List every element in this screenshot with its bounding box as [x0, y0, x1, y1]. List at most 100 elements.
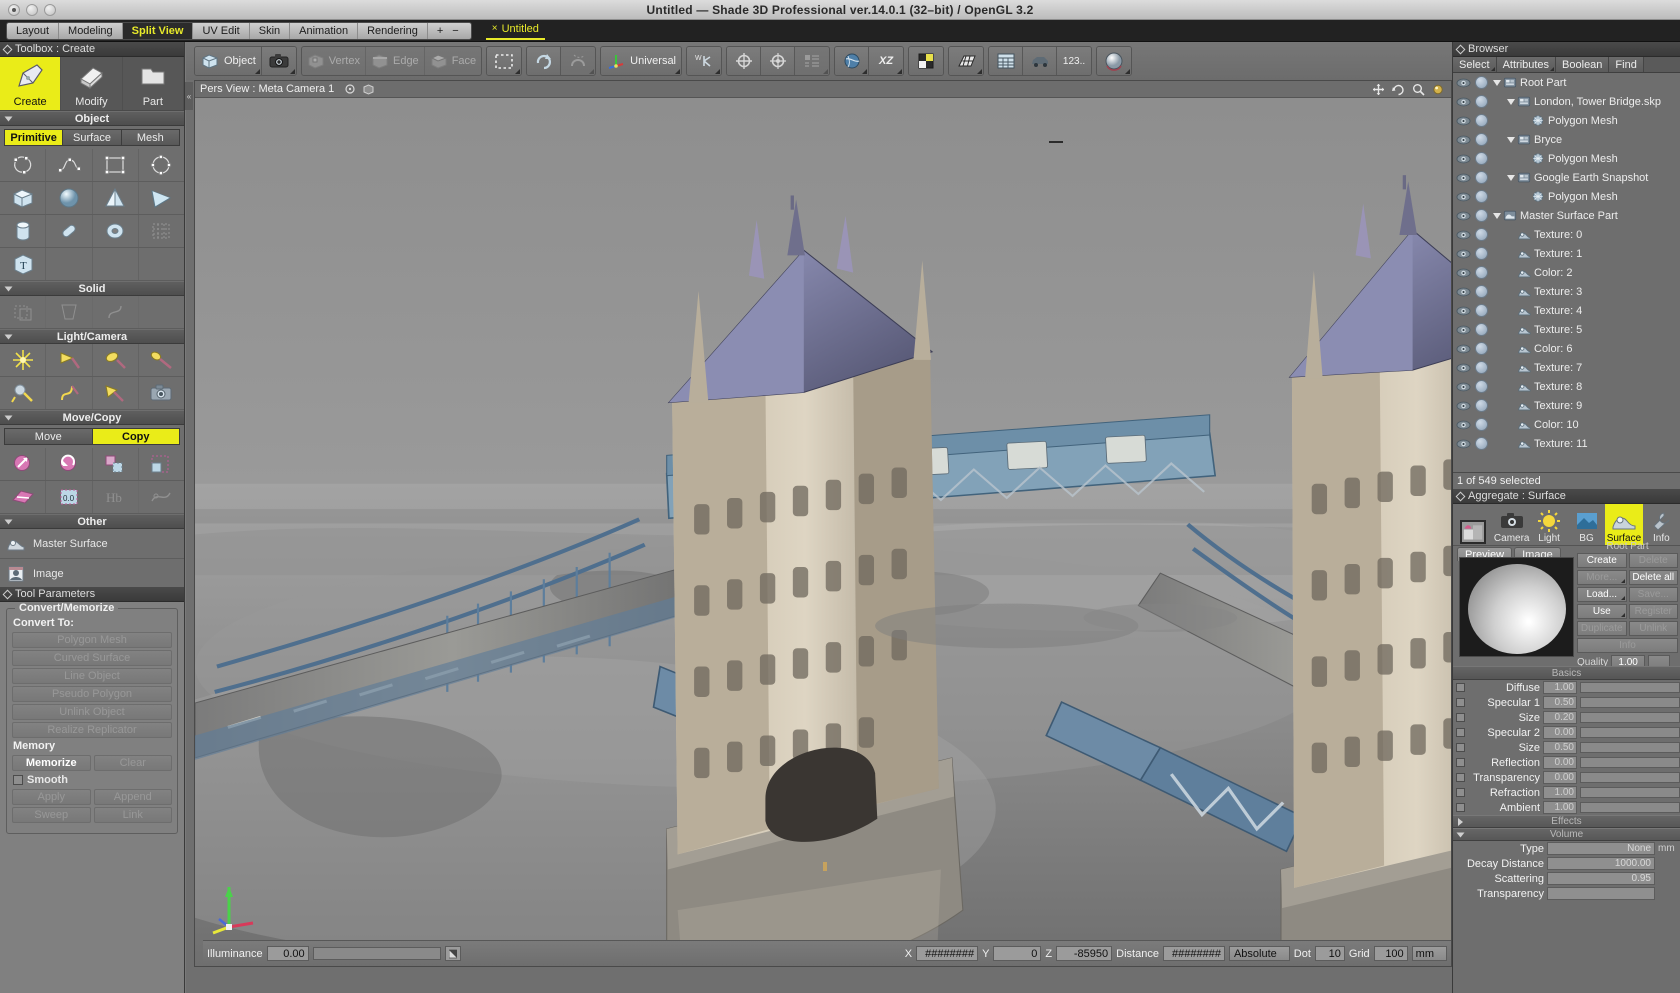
toolbtn-universal[interactable]: Universal: [601, 47, 681, 75]
primitive-solid-row-2[interactable]: [0, 215, 184, 248]
property-slider[interactable]: [1580, 757, 1680, 768]
convert-realize-replicator-button[interactable]: Realize Replicator: [12, 722, 172, 738]
toolbtn-edge[interactable]: Edge: [366, 47, 425, 75]
illuminance-swatch[interactable]: [445, 946, 461, 961]
eye-icon[interactable]: [1456, 115, 1471, 127]
eye-icon[interactable]: [1456, 324, 1471, 336]
section-light-camera[interactable]: Light/Camera: [0, 329, 184, 344]
viewport-statusbar[interactable]: Illuminance 0.00 X ######## Y 0 Z -85950…: [203, 940, 1451, 966]
tree-row[interactable]: London, Tower Bridge.skp: [1453, 92, 1680, 111]
tree-row[interactable]: Polygon Mesh: [1453, 149, 1680, 168]
toolgroup-worldaxis[interactable]: W: [686, 46, 722, 76]
eye-icon[interactable]: [1456, 400, 1471, 412]
tool-grid[interactable]: [139, 215, 184, 247]
render-toggle[interactable]: [1475, 114, 1488, 127]
tree-row[interactable]: Polygon Mesh: [1453, 111, 1680, 130]
eye-icon[interactable]: [1456, 229, 1471, 241]
toolbtn-vertex[interactable]: Vertex: [302, 47, 366, 75]
render-toggle[interactable]: [1475, 418, 1488, 431]
volume-rows[interactable]: TypeNonemmDecay Distance1000.00Scatterin…: [1453, 841, 1680, 901]
minimize-button[interactable]: [26, 4, 38, 16]
volume-value[interactable]: 1000.00: [1547, 857, 1655, 870]
zoom-icon[interactable]: [1412, 83, 1425, 96]
primitive-line-row[interactable]: [0, 149, 184, 182]
tree-item[interactable]: Texture: 5: [1508, 323, 1582, 336]
toolbtn-numeric[interactable]: 123..: [1057, 47, 1091, 75]
surface-action-row-4[interactable]: Use Register: [1577, 604, 1678, 619]
popup-corner-icon[interactable]: [977, 69, 982, 74]
unlink-button[interactable]: Unlink: [1629, 621, 1679, 636]
eye-icon[interactable]: [1456, 134, 1471, 146]
convert-unlink-object-button[interactable]: Unlink Object: [12, 704, 172, 720]
aggregate-tab-camera[interactable]: Camera: [1493, 504, 1530, 545]
render-toggle[interactable]: [1475, 190, 1488, 203]
toolgroup-subobject[interactable]: Vertex Edge Face: [301, 46, 482, 76]
tree-item[interactable]: Polygon Mesh: [1522, 152, 1618, 165]
property-checkbox[interactable]: [1456, 683, 1465, 692]
target-icon[interactable]: [344, 83, 356, 95]
tab-rendering[interactable]: Rendering: [358, 23, 428, 39]
material-preview[interactable]: [1459, 557, 1574, 657]
render-toggle[interactable]: [1475, 171, 1488, 184]
tool-linear-copy[interactable]: [93, 448, 139, 480]
tree-item[interactable]: Color: 2: [1508, 266, 1573, 279]
property-value[interactable]: 1.00: [1543, 801, 1577, 814]
property-value[interactable]: 0.50: [1543, 741, 1577, 754]
render-toggle[interactable]: [1475, 399, 1488, 412]
duplicate-button[interactable]: Duplicate: [1577, 621, 1627, 636]
popup-corner-icon[interactable]: [1125, 69, 1130, 74]
tool-array-copy[interactable]: [139, 448, 184, 480]
volume-value[interactable]: [1547, 887, 1655, 900]
coord-mode-select[interactable]: Absolute: [1229, 946, 1290, 961]
tool-spot-light[interactable]: [46, 344, 92, 376]
volume-row[interactable]: TypeNonemm: [1453, 841, 1680, 856]
toolbox-header[interactable]: Toolbox : Create: [0, 42, 184, 57]
property-slider[interactable]: [1580, 712, 1680, 723]
tool-master-surface[interactable]: Master Surface: [0, 529, 184, 559]
mode-tabs[interactable]: Layout Modeling Split View UV Edit Skin …: [6, 22, 472, 40]
load-button[interactable]: Load...: [1577, 587, 1627, 602]
aggregate-tab-surface[interactable]: Surface: [1605, 504, 1642, 545]
tab-move[interactable]: Move: [5, 429, 93, 444]
viewport-nav-icons[interactable]: [1372, 83, 1445, 96]
tab-copy[interactable]: Copy: [93, 429, 180, 444]
property-slider[interactable]: [1580, 802, 1680, 813]
object-type-tabs[interactable]: Primitive Surface Mesh: [4, 129, 180, 146]
toolgroup-quadrant[interactable]: [908, 46, 944, 76]
volume-row[interactable]: Scattering0.95: [1453, 871, 1680, 886]
popup-corner-icon[interactable]: [715, 69, 720, 74]
tree-row[interactable]: Polygon Mesh: [1453, 187, 1680, 206]
distance-value[interactable]: ########: [1163, 946, 1225, 961]
tree-row[interactable]: Color: 6: [1453, 339, 1680, 358]
tree-item[interactable]: Polygon Mesh: [1522, 114, 1618, 127]
chevron-down-icon[interactable]: [1507, 175, 1515, 181]
tree-row[interactable]: Texture: 7: [1453, 358, 1680, 377]
tree-item[interactable]: Color: 10: [1508, 418, 1579, 431]
browser-tab-attributes[interactable]: Attributes: [1497, 57, 1556, 72]
tree-row[interactable]: Texture: 8: [1453, 377, 1680, 396]
toolbtn-grid-table[interactable]: [989, 47, 1023, 75]
tree-item[interactable]: Color: 6: [1508, 342, 1573, 355]
property-slider[interactable]: [1580, 772, 1680, 783]
delete-all-button[interactable]: Delete all: [1629, 570, 1679, 585]
tree-item[interactable]: Texture: 9: [1508, 399, 1582, 412]
section-object[interactable]: Object: [0, 111, 184, 126]
tree-item[interactable]: Polygon Mesh: [1522, 190, 1618, 203]
tree-item[interactable]: Bryce: [1508, 133, 1562, 146]
toolbtn-marquee-select[interactable]: [487, 47, 521, 75]
section-solid[interactable]: Solid: [0, 281, 184, 296]
tab-split-view[interactable]: Split View: [123, 23, 194, 39]
tab-uv-edit[interactable]: UV Edit: [193, 23, 249, 39]
property-slider[interactable]: [1580, 682, 1680, 693]
x-value[interactable]: ########: [916, 946, 978, 961]
orbit-icon[interactable]: [1392, 83, 1405, 96]
tool-boolean-subtract[interactable]: [46, 296, 92, 328]
save-button[interactable]: Save...: [1629, 587, 1679, 602]
render-toggle[interactable]: [1475, 209, 1488, 222]
tree-row[interactable]: Texture: 0: [1453, 225, 1680, 244]
render-toggle[interactable]: [1475, 228, 1488, 241]
render-toggle[interactable]: [1475, 76, 1488, 89]
render-toggle[interactable]: [1475, 380, 1488, 393]
tool-rotate[interactable]: [46, 448, 92, 480]
browser-tabs[interactable]: Select Attributes Boolean Find: [1453, 57, 1680, 73]
